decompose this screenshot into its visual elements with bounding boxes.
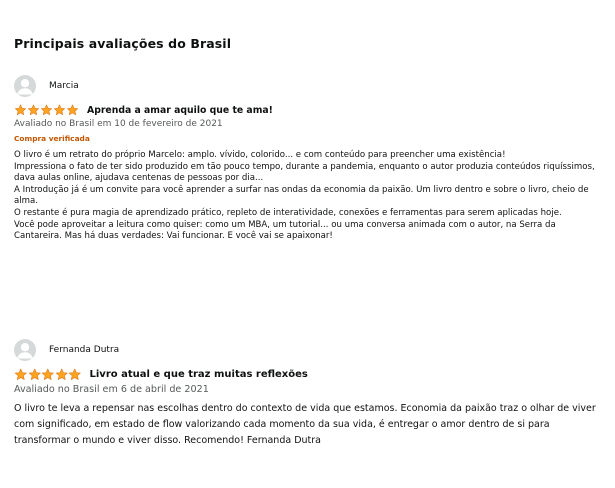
- star-icon: [54, 104, 65, 116]
- review-paragraph: O livro te leva a repensar nas escolhas …: [14, 403, 596, 446]
- review-card: Marcia Aprenda a amar aquilo que te ama!…: [14, 74, 605, 243]
- star-icon: [67, 104, 78, 116]
- star-icon: [55, 368, 68, 380]
- review-body: O livro te leva a repensar nas escolhas …: [14, 401, 605, 449]
- reviewer-name[interactable]: Fernanda Dutra: [49, 345, 119, 355]
- review-title[interactable]: Aprenda a amar aquilo que te ama!: [87, 105, 273, 116]
- review-body: O livro é um retrato do próprio Marcelo:…: [14, 150, 605, 243]
- review-title[interactable]: Livro atual e que traz muitas reflexões: [90, 369, 308, 380]
- review-paragraph: O livro é um retrato do próprio Marcelo:…: [14, 150, 506, 160]
- reviewer-name[interactable]: Marcia: [49, 81, 79, 91]
- review-paragraph: A Introdução já é um convite para você a…: [14, 184, 589, 207]
- review-paragraph: Você pode aproveitar a leitura como quis…: [14, 219, 556, 242]
- star-rating[interactable]: [14, 104, 79, 116]
- section-title: Principais avaliações do Brasil: [14, 36, 232, 51]
- default-user-icon[interactable]: [14, 75, 36, 97]
- review-date: Avaliado no Brasil em 6 de abril de 2021: [14, 384, 209, 395]
- review-paragraph: Impressiona o fato de ter sido produzido…: [14, 161, 595, 184]
- star-icon: [28, 368, 41, 380]
- reviewer-profile[interactable]: Marcia: [14, 74, 605, 98]
- verified-purchase-badge: Compra verificada: [14, 134, 90, 143]
- reviewer-profile[interactable]: Fernanda Dutra: [14, 338, 605, 362]
- star-icon: [41, 368, 54, 380]
- review-paragraph: O restante é pura magia de aprendizado p…: [14, 207, 562, 218]
- review-card: Fernanda Dutra Livro atual e que traz mu…: [14, 338, 605, 449]
- review-date: Avaliado no Brasil em 10 de fevereiro de…: [14, 119, 223, 129]
- star-icon: [68, 368, 81, 380]
- default-user-icon[interactable]: [14, 339, 36, 361]
- star-icon: [15, 104, 26, 116]
- star-icon: [41, 104, 52, 116]
- star-icon: [28, 104, 39, 116]
- star-rating[interactable]: [14, 368, 82, 381]
- star-icon: [14, 368, 27, 380]
